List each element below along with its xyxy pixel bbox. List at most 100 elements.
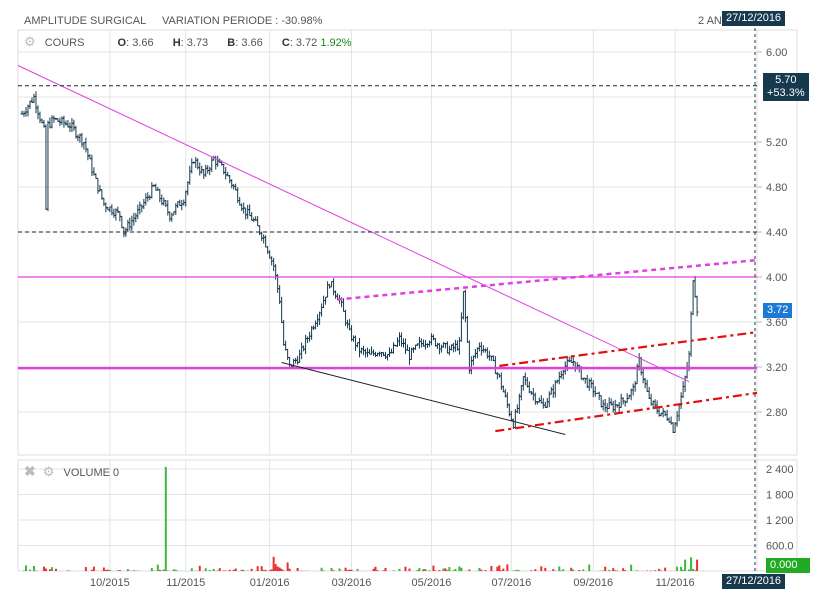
volume-bar: [490, 565, 493, 571]
level-pct: +53.3%: [767, 87, 805, 99]
volume-bar: [552, 569, 555, 571]
volume-bar: [506, 564, 509, 571]
volume-bar: [448, 567, 451, 571]
volume-bar: [118, 570, 121, 571]
level-price: 5.70: [775, 74, 797, 86]
volume-bar: [350, 569, 353, 571]
volume-bar: [126, 569, 129, 571]
volume-bar: [424, 569, 427, 571]
volume-bar: [622, 568, 625, 571]
volume-bar: [132, 570, 135, 571]
gear-icon[interactable]: ⚙: [24, 34, 36, 49]
volume-bar: [572, 569, 575, 571]
x-tick-label: 11/2015: [166, 577, 205, 589]
volume-bar: [680, 566, 683, 571]
volume-bar: [540, 566, 543, 571]
volume-bar: [270, 569, 273, 571]
volume-bar: [560, 570, 563, 571]
volume-bar: [692, 568, 695, 571]
volume-bar: [502, 568, 505, 571]
gear-icon[interactable]: ⚙: [43, 464, 55, 479]
cursor-date-axis-tag: 27/12/2016: [722, 574, 786, 589]
volume-bar: [198, 565, 201, 571]
volume-bar: [570, 567, 573, 571]
volume-bar: [232, 569, 235, 571]
volume-bar: [208, 570, 211, 571]
volume-bar: [478, 567, 481, 571]
volume-bar: [516, 569, 519, 571]
volume-bar: [498, 565, 501, 571]
volume-bar: [222, 570, 225, 571]
volume-bar: [408, 568, 411, 571]
volume-bar: [376, 569, 379, 571]
volume-bar: [162, 569, 165, 571]
volume-bar: [404, 566, 407, 571]
volume-bar: [242, 569, 245, 571]
volume-bar: [500, 570, 503, 571]
y-tick-label: 3.60: [766, 317, 787, 329]
x-tick-label: 03/2016: [332, 577, 372, 589]
volume-bar: [264, 569, 267, 571]
volume-bar: [446, 570, 449, 571]
volume-bar: [22, 570, 25, 571]
volume-bar: [384, 567, 387, 571]
volume-label: VOLUME: [63, 467, 110, 479]
volume-bar: [518, 570, 521, 571]
volume-tick-label: 600.0: [766, 541, 794, 553]
y-tick-label: 4.00: [766, 272, 787, 284]
volume-bar: [332, 570, 335, 571]
volume-bar: [256, 566, 259, 571]
volume-bar: [216, 570, 219, 571]
y-tick-label: 3.20: [766, 362, 787, 374]
volume-tick-label: 1 800: [766, 490, 794, 502]
volume-bar: [454, 568, 457, 571]
volume-bar: [106, 569, 109, 571]
volume-bar: [28, 569, 31, 571]
volume-bar: [330, 568, 333, 571]
volume-bar: [108, 569, 111, 571]
volume-bar: [530, 570, 533, 571]
high-label: H: [172, 37, 181, 49]
x-tick-label: 09/2016: [573, 577, 613, 589]
volume-bar: [660, 570, 663, 571]
volume-bar: [636, 570, 639, 571]
level-price-tag: 5.70 +53.3%: [763, 73, 809, 101]
volume-bar: [534, 569, 537, 571]
volume-legend: ✖ ⚙ VOLUME 0: [24, 463, 119, 480]
volume-bar: [272, 556, 275, 571]
volume-bar: [260, 566, 263, 571]
close-icon[interactable]: ✖: [24, 463, 36, 479]
volume-bar: [544, 567, 547, 571]
volume-bar: [422, 569, 425, 571]
volume-bar: [276, 566, 279, 571]
volume-bar: [460, 567, 463, 571]
volume-bar: [338, 568, 341, 571]
x-tick-label: 07/2016: [491, 577, 531, 589]
trend-line-lower-trend: [281, 362, 566, 435]
volume-bar: [682, 570, 685, 571]
x-tick-label: 11/2016: [656, 577, 695, 589]
price-panel-frame: [17, 29, 798, 456]
volume-bar: [654, 570, 657, 571]
volume-last-tag: 0.000: [766, 558, 810, 573]
open-value: 3.66: [132, 37, 154, 49]
volume-bar: [164, 466, 167, 571]
volume-bar: [234, 568, 237, 571]
volume-bar: [624, 570, 627, 571]
volume-bar: [688, 569, 691, 571]
volume-bar: [66, 570, 69, 571]
volume-bar: [398, 568, 401, 571]
volume-bar: [228, 569, 231, 571]
y-tick-label: 4.40: [766, 227, 787, 239]
volume-bar: [496, 566, 499, 571]
volume-bar: [296, 567, 299, 571]
volume-bar: [604, 566, 607, 571]
volume-bar: [250, 568, 253, 571]
y-tick-label: 6.00: [766, 47, 787, 59]
price-chart[interactable]: 6.00 5.20 4.80 4.40 4.00 3.60 3.20 2.80 2 400 1 8…: [0, 0, 817, 593]
volume-bar: [102, 567, 105, 571]
volume-bar: [374, 566, 377, 571]
volume-bar: [344, 567, 347, 571]
volume-bar: [608, 569, 611, 571]
volume-bar: [288, 568, 291, 571]
